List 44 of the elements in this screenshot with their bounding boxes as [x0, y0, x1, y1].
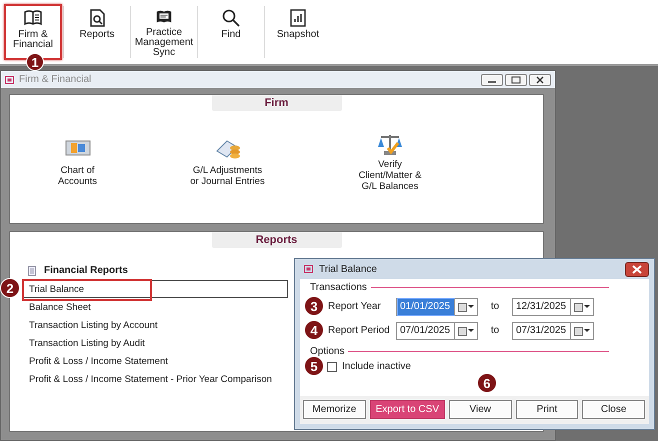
search-icon: [221, 8, 241, 28]
document-icon: [28, 266, 36, 276]
report-list-item[interactable]: Transaction Listing by Account: [23, 316, 158, 334]
range-separator: to: [490, 325, 500, 336]
checkbox[interactable]: [327, 362, 337, 372]
section-legend: Transactions: [310, 282, 367, 293]
report-list-item[interactable]: Profit & Loss / Income Statement: [23, 352, 169, 370]
shortcut-link[interactable]: Chart of Accounts: [58, 165, 98, 187]
field-label: Report Year: [328, 301, 382, 312]
book-icon: [23, 8, 43, 28]
maximize-button[interactable]: [505, 74, 527, 86]
field-label: Report Period: [328, 325, 391, 336]
panel-header: Reports: [212, 232, 342, 248]
window-app-icon: [5, 76, 14, 84]
checkbox-label: Include inactive: [342, 361, 411, 372]
step-badge: 5: [304, 356, 324, 376]
dialog-button[interactable]: Memorize: [303, 400, 366, 419]
panel-header: Firm: [212, 95, 342, 111]
journal-coins-icon: [214, 139, 240, 161]
step-badge: 4: [304, 320, 324, 340]
scales-check-icon: [377, 133, 403, 155]
window-title: Firm & Financial: [19, 74, 92, 85]
report-list-item[interactable]: Trial Balance: [23, 280, 288, 298]
group-heading: Financial Reports: [44, 265, 128, 276]
report-list-item[interactable]: Balance Sheet: [23, 298, 92, 316]
dialog-title: Trial Balance: [319, 264, 378, 274]
shortcut-link[interactable]: G/L Adjustments or Journal Entries: [190, 165, 265, 187]
step-badge: 6: [476, 373, 497, 393]
report-list-item[interactable]: Profit & Loss / Income Statement - Prior Year Comparison: [23, 370, 273, 388]
dialog-button[interactable]: Print: [516, 400, 578, 419]
close-button[interactable]: [529, 74, 551, 86]
shortcut-link[interactable]: Verify Client/Matter & G/L Balances: [358, 159, 422, 192]
range-separator: to: [490, 301, 500, 312]
bar-chart-icon: [288, 8, 308, 28]
close-button[interactable]: [625, 262, 649, 276]
minimize-button[interactable]: [481, 74, 503, 86]
section-legend: Options: [310, 346, 344, 357]
export-button[interactable]: Export to CSV: [370, 400, 445, 419]
dialog-button[interactable]: Close: [582, 400, 645, 419]
report-list-item[interactable]: Transaction Listing by Audit: [23, 334, 146, 352]
dialog-button[interactable]: View: [448, 400, 512, 419]
step-badge: 2: [0, 278, 20, 298]
step-badge: 3: [304, 296, 324, 316]
dialog-app-icon: [304, 265, 313, 273]
